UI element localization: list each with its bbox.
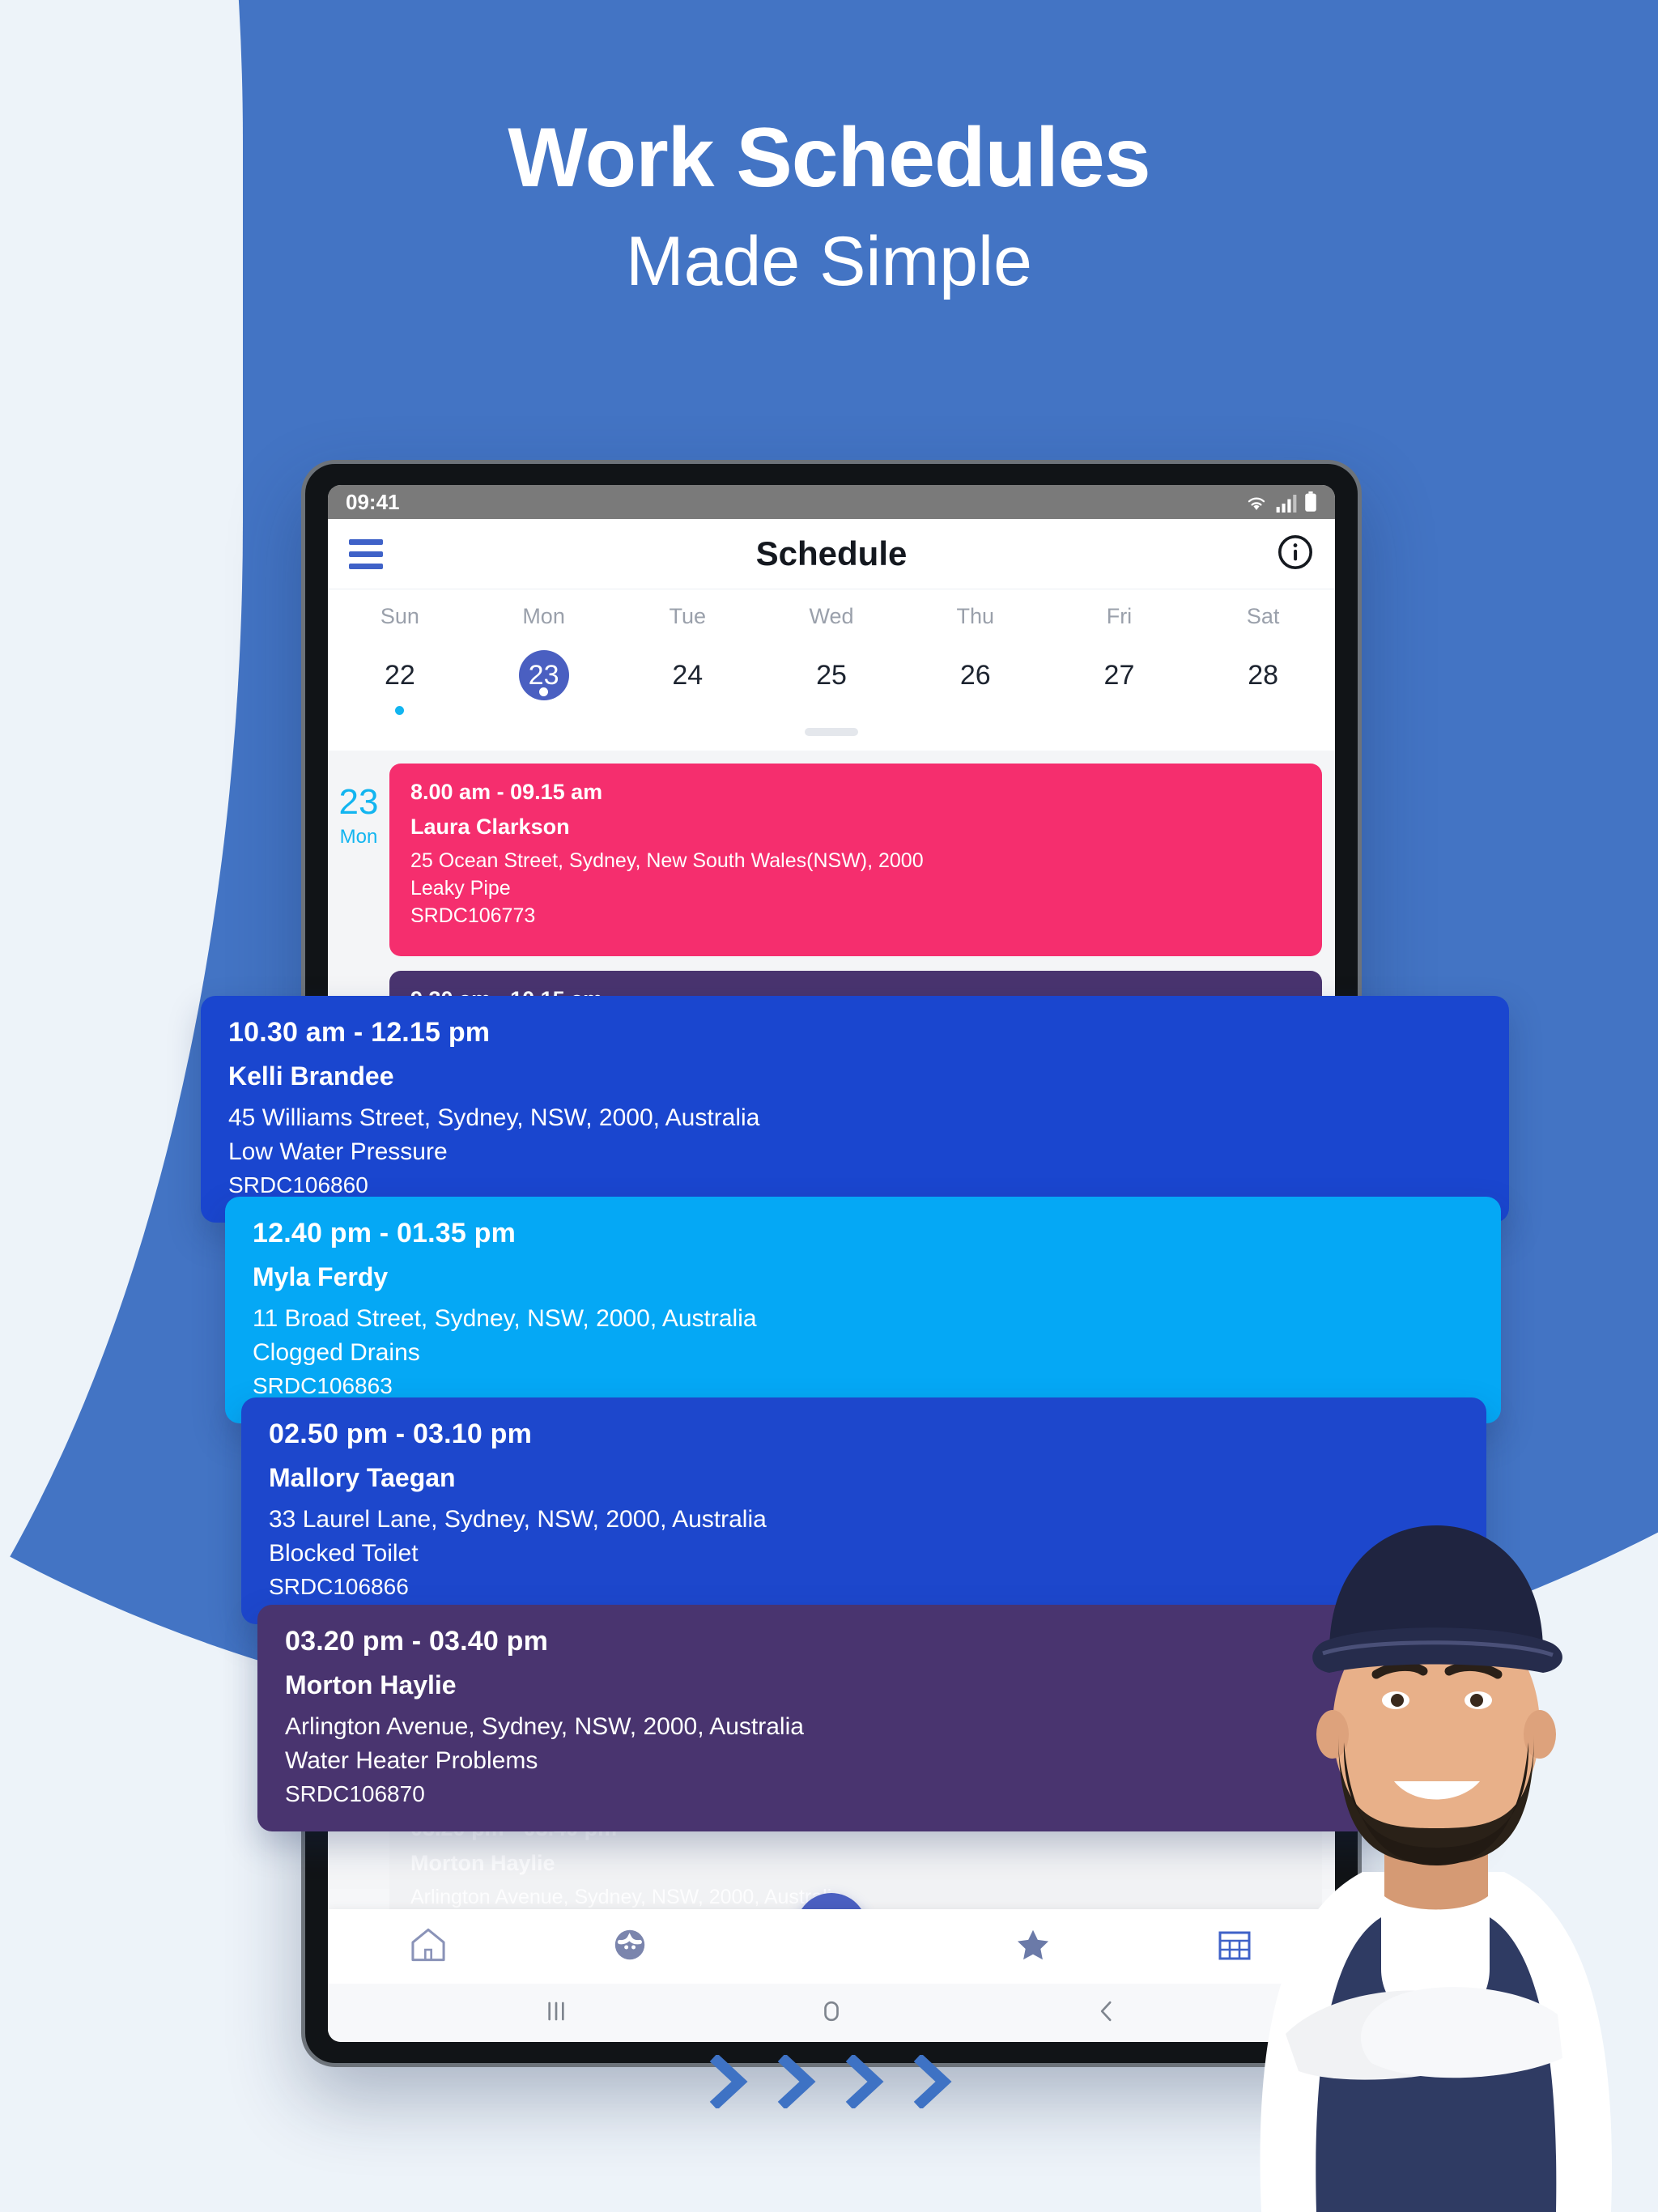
week-day-number: 26 xyxy=(959,660,991,691)
status-time: 09:41 xyxy=(346,489,400,514)
status-bar: 09:41 xyxy=(328,485,1335,519)
hamburger-bar xyxy=(349,551,383,557)
battery-icon xyxy=(1304,491,1317,513)
wifi-icon xyxy=(1244,493,1269,513)
week-day-number: 27 xyxy=(1103,660,1135,691)
sheet-grabber[interactable] xyxy=(805,728,858,736)
week-day-number: 25 xyxy=(816,660,847,691)
app-bar: Schedule xyxy=(328,519,1335,589)
hamburger-bar xyxy=(349,563,383,569)
chevron-right-icon xyxy=(908,2053,954,2110)
headline-primary: Work Schedules xyxy=(508,111,1150,205)
week-day-dot xyxy=(1259,706,1268,715)
poster-stage: Work Schedules Made Simple 09:41 Schedul… xyxy=(0,0,1658,2212)
week-day-dot xyxy=(395,706,405,715)
account-face-icon xyxy=(609,1924,651,1970)
schedule-card[interactable]: 8.00 am - 09.15 am Laura Clarkson 25 Ocean… xyxy=(389,764,1322,956)
android-home-icon[interactable] xyxy=(815,1995,848,2031)
week-day-label: Thu xyxy=(956,604,994,628)
week-day-label: Fri xyxy=(1106,604,1133,628)
overlay-card-time: 10.30 am - 12.15 pm xyxy=(228,1017,491,1048)
home-icon xyxy=(407,1924,449,1970)
schedule-card-issue: Leaky Pipe xyxy=(410,877,511,900)
schedule-card-reference: SRDC106773 xyxy=(410,904,536,927)
week-day-wed[interactable]: Wed 25 xyxy=(759,604,903,715)
week-day-dot xyxy=(683,706,692,715)
schedule-card-customer: Laura Clarkson xyxy=(410,815,570,839)
day-marker-name: Mon xyxy=(339,826,378,848)
week-day-tue[interactable]: Tue 24 xyxy=(615,604,759,715)
week-strip: Sun 22 Mon 23 Tue 24 Wed 25 Thu 26 Fri 27 Sat 28 xyxy=(328,589,1335,751)
schedule-card-address: 25 Ocean Street, Sydney, New South Wales… xyxy=(410,849,924,872)
chevron-right-icon xyxy=(772,2053,818,2110)
week-day-number: 24 xyxy=(672,660,704,691)
android-back-icon[interactable] xyxy=(1090,1995,1123,2031)
headline-block: Work Schedules Made Simple xyxy=(0,113,1658,299)
day-marker: 23 Mon xyxy=(328,764,389,849)
hamburger-bar xyxy=(349,538,383,545)
plumber-photo xyxy=(1260,1525,1612,2212)
week-day-label: Sat xyxy=(1246,604,1280,628)
day-marker-number: 23 xyxy=(338,782,379,822)
week-day-fri[interactable]: Fri 27 xyxy=(1048,604,1192,715)
hamburger-menu-icon[interactable] xyxy=(349,538,383,569)
week-day-dot xyxy=(827,706,836,715)
chevron-right-icon xyxy=(704,2053,750,2110)
week-day-label: Wed xyxy=(809,604,854,628)
headline-secondary: Made Simple xyxy=(626,223,1032,301)
page-title: Schedule xyxy=(755,534,908,572)
week-day-dot xyxy=(539,687,549,696)
week-day-sun[interactable]: Sun 22 xyxy=(328,604,472,715)
recent-apps-icon[interactable] xyxy=(540,1995,572,2031)
star-icon xyxy=(1012,1924,1054,1970)
week-row: Sun 22 Mon 23 Tue 24 Wed 25 Thu 26 Fri 27 Sat 28 xyxy=(328,604,1335,715)
week-day-dot xyxy=(1115,706,1124,715)
tab-account[interactable] xyxy=(529,1924,731,1970)
signal-icon xyxy=(1276,495,1297,513)
week-day-label: Sun xyxy=(380,604,419,628)
week-day-sat[interactable]: Sat 28 xyxy=(1191,604,1335,715)
overlay-card-customer: Kelli Brandee xyxy=(228,1061,394,1091)
week-day-label: Mon xyxy=(522,604,565,628)
week-day-number: 22 xyxy=(384,660,415,691)
status-icon-group xyxy=(1244,491,1317,513)
week-day-number: 28 xyxy=(1248,660,1279,691)
tab-home[interactable] xyxy=(328,1924,529,1970)
schedule-card-time: 8.00 am - 09.15 am xyxy=(410,780,603,804)
chevron-right-icon xyxy=(840,2053,886,2110)
tab-favourites[interactable] xyxy=(932,1924,1133,1970)
info-circle-icon[interactable] xyxy=(1277,534,1314,575)
week-day-dot xyxy=(971,706,980,715)
week-day-mon[interactable]: Mon 23 xyxy=(472,604,616,715)
week-day-label: Tue xyxy=(669,604,707,628)
week-day-thu[interactable]: Thu 26 xyxy=(903,604,1048,715)
chevron-row xyxy=(0,2053,1658,2110)
